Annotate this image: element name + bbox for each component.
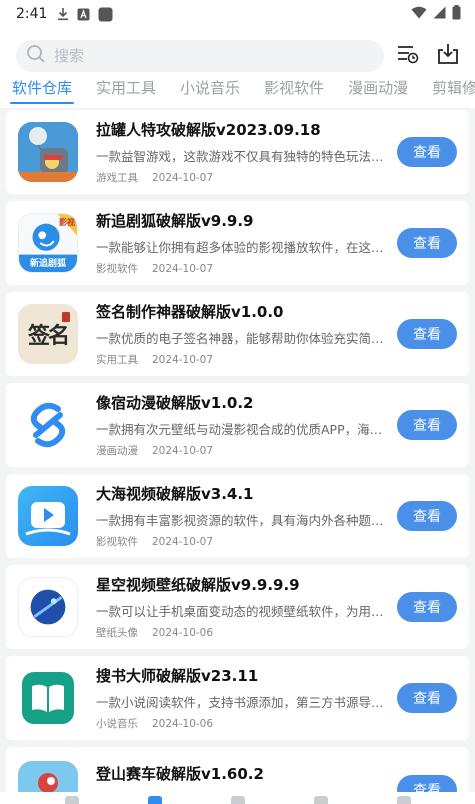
app-date: 2024-10-07 bbox=[152, 354, 214, 366]
status-bar: 2:41 bbox=[0, 0, 475, 28]
top-bar bbox=[0, 28, 475, 76]
battery-icon bbox=[452, 4, 461, 24]
tab-comic-anime[interactable]: 漫画动漫 bbox=[348, 76, 408, 108]
tab-software-repo[interactable]: 软件仓库 bbox=[9, 76, 75, 108]
app-category: 壁纸头像 bbox=[96, 627, 138, 639]
fox-drama-app-icon: 影视 新追剧狐 bbox=[18, 213, 78, 273]
app-meta: 游戏工具 2024-10-07 bbox=[96, 170, 384, 185]
signal-icon bbox=[433, 6, 446, 23]
video-player-icon bbox=[18, 486, 78, 546]
seal-stamp-icon bbox=[62, 312, 70, 322]
list-item[interactable]: 影视 新追剧狐 新追剧狐破解版v9.9.9 一款能够让你拥有超多体验的影视播放软… bbox=[6, 201, 469, 285]
signature-calligraphy-icon: 签名 bbox=[18, 304, 78, 364]
tab-video-editing[interactable]: 剪辑修 bbox=[432, 76, 475, 108]
list-item[interactable]: 拉罐人特攻破解版v2023.09.18 一款益智游戏，这款游戏不仅具有独特的特色… bbox=[6, 110, 469, 194]
view-button[interactable]: 查看 bbox=[397, 683, 457, 713]
app-meta: 壁纸头像 2024-10-06 bbox=[96, 625, 384, 640]
app-title: 拉罐人特攻破解版v2023.09.18 bbox=[96, 121, 321, 139]
app-icon-label: 签名 bbox=[27, 323, 70, 349]
game-character-icon bbox=[18, 122, 78, 182]
anime-s-logo-icon bbox=[18, 395, 78, 455]
wifi-icon bbox=[411, 6, 427, 23]
app-title: 签名制作神器破解版v1.0.0 bbox=[96, 303, 284, 321]
search-bar[interactable] bbox=[16, 40, 384, 72]
app-category: 小说音乐 bbox=[96, 718, 138, 730]
app-description: 一款拥有丰富影视资源的软件，具有海内外各种题… bbox=[96, 513, 384, 528]
app-category: 影视软件 bbox=[96, 536, 138, 548]
app-list: 拉罐人特攻破解版v2023.09.18 一款益智游戏，这款游戏不仅具有独特的特色… bbox=[0, 108, 475, 804]
category-tabs: 软件仓库 实用工具 小说音乐 影视软件 漫画动漫 剪辑修 bbox=[0, 76, 475, 108]
app-date: 2024-10-07 bbox=[152, 536, 214, 548]
app-category: 漫画动漫 bbox=[96, 445, 138, 457]
app-icon-label: 新追剧狐 bbox=[29, 259, 66, 269]
app-date: 2024-10-06 bbox=[152, 627, 214, 639]
app-title: 新追剧狐破解版v9.9.9 bbox=[96, 212, 254, 230]
book-reader-icon bbox=[18, 668, 78, 728]
app-category: 实用工具 bbox=[96, 354, 138, 366]
app-meta: 影视软件 2024-10-07 bbox=[96, 534, 384, 549]
app-date: 2024-10-07 bbox=[152, 445, 214, 457]
tab-utility-tools[interactable]: 实用工具 bbox=[96, 76, 156, 108]
view-button[interactable]: 查看 bbox=[397, 410, 457, 440]
view-button[interactable]: 查看 bbox=[397, 137, 457, 167]
search-input[interactable] bbox=[54, 47, 354, 65]
view-button[interactable]: 查看 bbox=[397, 228, 457, 258]
nav-home-icon[interactable] bbox=[64, 796, 79, 804]
app-title: 登山赛车破解版v1.60.2 bbox=[96, 765, 264, 783]
nav-messages-icon[interactable] bbox=[313, 796, 328, 804]
history-list-icon[interactable] bbox=[397, 44, 419, 68]
starry-sky-wallpaper-icon bbox=[18, 577, 78, 637]
app-description: 一款能够让你拥有超多体验的影视播放软件，在这… bbox=[96, 240, 384, 255]
app-date: 2024-10-06 bbox=[152, 718, 214, 730]
view-button[interactable]: 查看 bbox=[397, 501, 457, 531]
list-item[interactable]: 像宿动漫破解版v1.0.2 一款拥有次元壁纸与动漫影视合成的优质APP，海… 漫… bbox=[6, 383, 469, 467]
app-icon-badge: 影视 bbox=[59, 218, 75, 227]
nav-apps-icon[interactable] bbox=[147, 796, 162, 804]
app-title: 星空视频壁纸破解版v9.9.9.9 bbox=[96, 576, 300, 594]
app-meta: 实用工具 2024-10-07 bbox=[96, 352, 384, 367]
app-title: 像宿动漫破解版v1.0.2 bbox=[96, 394, 254, 412]
download-manager-icon[interactable] bbox=[437, 43, 459, 69]
app-date: 2024-10-07 bbox=[152, 172, 214, 184]
list-item[interactable]: 大海视频破解版v3.4.1 一款拥有丰富影视资源的软件，具有海内外各种题… 影视… bbox=[6, 474, 469, 558]
app-title: 搜书大师破解版v23.11 bbox=[96, 667, 259, 685]
app-description: 一款可以让手机桌面变动态的视频壁纸软件，为用… bbox=[96, 604, 384, 619]
view-button[interactable]: 查看 bbox=[397, 592, 457, 622]
app-date: 2024-10-07 bbox=[152, 263, 214, 275]
search-icon bbox=[26, 44, 46, 68]
app-description: 一款优质的电子签名神器，能够帮助你体验充实简… bbox=[96, 331, 384, 346]
tab-novel-music[interactable]: 小说音乐 bbox=[180, 76, 240, 108]
app-meta: 影视软件 2024-10-07 bbox=[96, 261, 384, 276]
view-button[interactable]: 查看 bbox=[397, 319, 457, 349]
app-description: 一款益智游戏，这款游戏不仅具有独特的特色玩法… bbox=[96, 149, 384, 164]
app-category: 影视软件 bbox=[96, 263, 138, 275]
app-description: 一款小说阅读软件，支持书源添加，第三方书源导… bbox=[96, 695, 384, 710]
app-title: 大海视频破解版v3.4.1 bbox=[96, 485, 254, 503]
status-time: 2:41 bbox=[16, 6, 48, 22]
download-status-icon bbox=[57, 7, 69, 21]
nav-category-icon[interactable] bbox=[230, 796, 245, 804]
app-description: 一款拥有次元壁纸与动漫影视合成的优质APP，海… bbox=[96, 422, 383, 437]
app-meta: 漫画动漫 2024-10-07 bbox=[96, 443, 384, 458]
notification-a-icon bbox=[77, 8, 90, 21]
app-status-icon bbox=[98, 7, 113, 22]
list-item[interactable]: 星空视频壁纸破解版v9.9.9.9 一款可以让手机桌面变动态的视频壁纸软件，为用… bbox=[6, 565, 469, 649]
app-meta: 小说音乐 2024-10-06 bbox=[96, 716, 384, 731]
nav-profile-icon[interactable] bbox=[396, 796, 411, 804]
app-category: 游戏工具 bbox=[96, 172, 138, 184]
tab-video-apps[interactable]: 影视软件 bbox=[264, 76, 324, 108]
list-item[interactable]: 搜书大师破解版v23.11 一款小说阅读软件，支持书源添加，第三方书源导… 小说… bbox=[6, 656, 469, 740]
bottom-nav bbox=[0, 792, 475, 804]
list-item[interactable]: 签名 签名制作神器破解版v1.0.0 一款优质的电子签名神器，能够帮助你体验充实… bbox=[6, 292, 469, 376]
